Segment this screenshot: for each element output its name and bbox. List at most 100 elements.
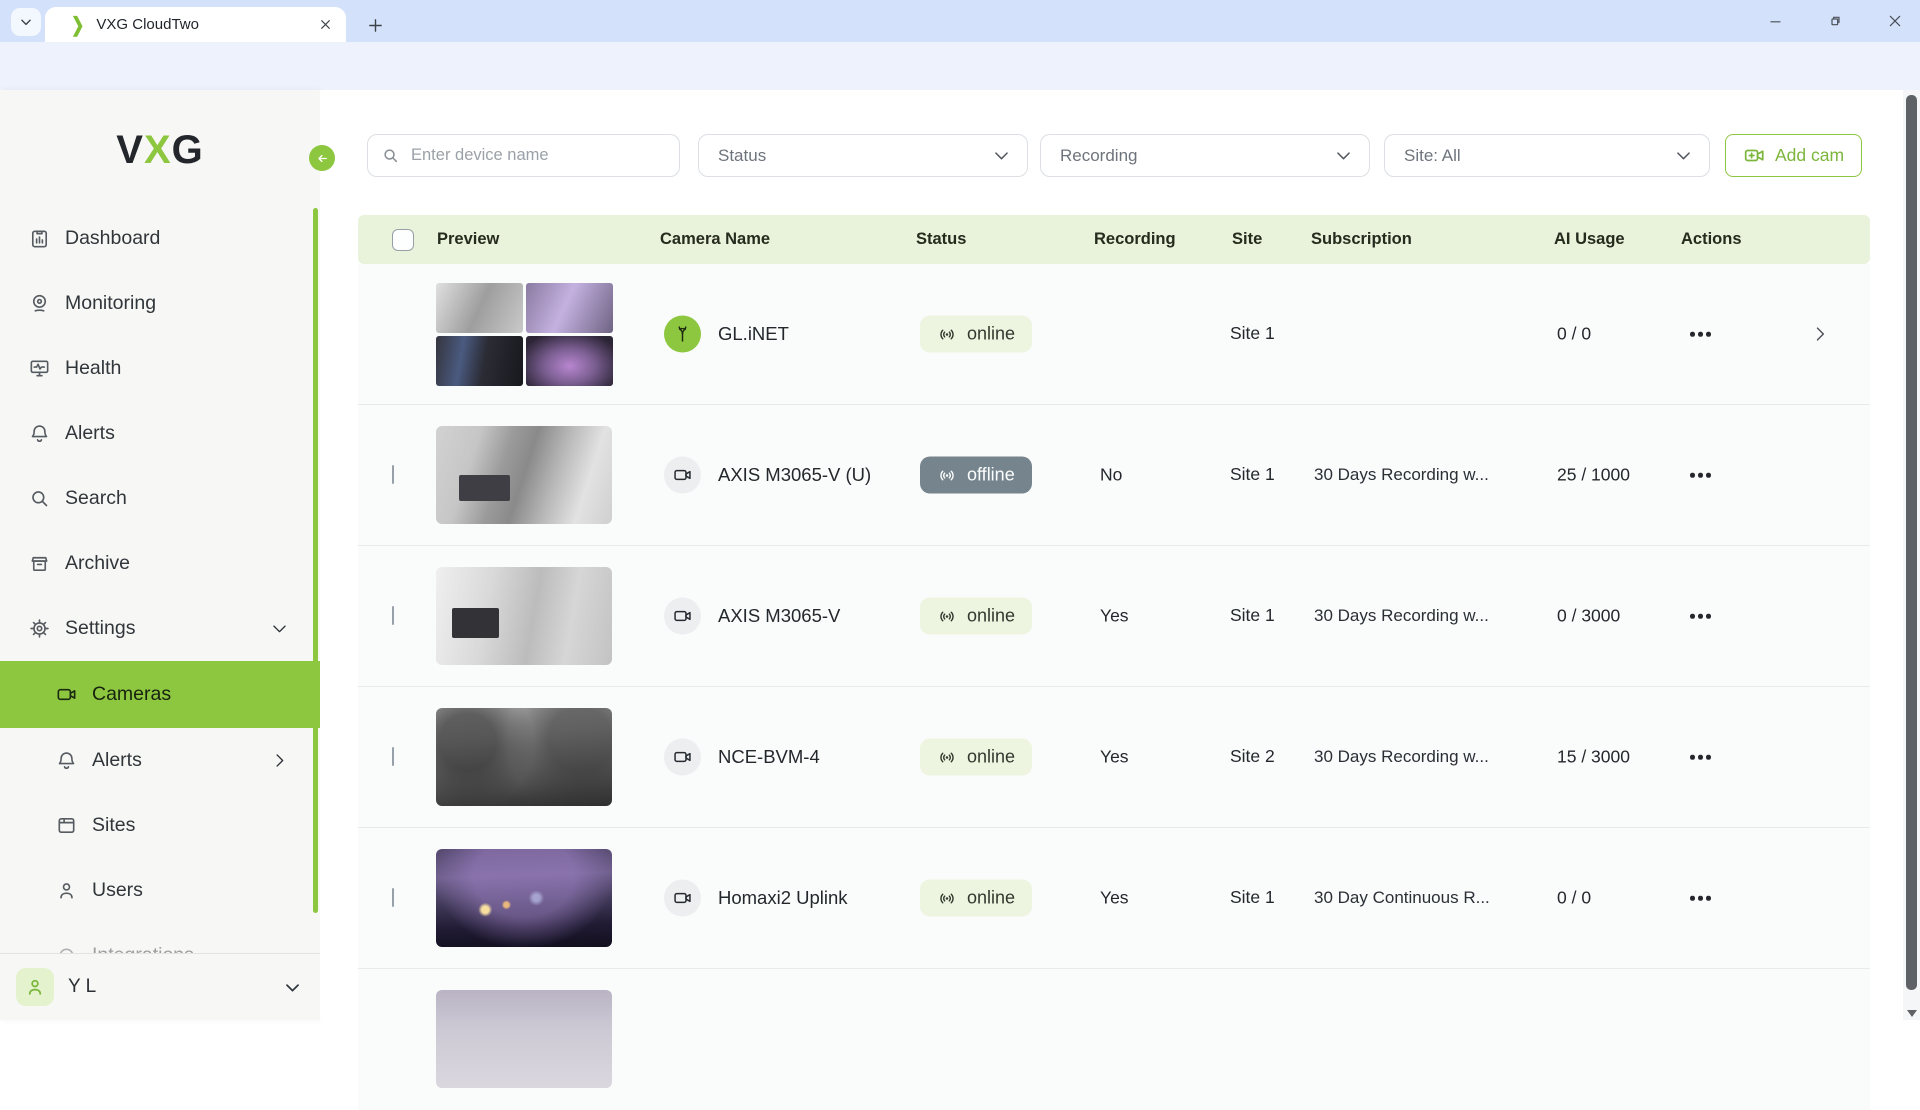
close-icon xyxy=(1887,13,1903,29)
row-actions-menu[interactable] xyxy=(1690,755,1711,760)
recording-value: Yes xyxy=(1100,606,1129,627)
table-header: Preview Camera Name Status Recording Sit… xyxy=(358,215,1870,264)
video-camera-icon xyxy=(664,457,701,494)
site-value: Site 1 xyxy=(1230,604,1288,628)
sidebar-item-label: Settings xyxy=(65,617,135,640)
camera-thumbnail[interactable] xyxy=(436,990,612,1088)
header-actions: Actions xyxy=(1681,215,1742,264)
row-actions-menu[interactable] xyxy=(1690,332,1711,337)
bell-icon xyxy=(55,749,78,772)
sidebar-item-cameras[interactable]: Cameras xyxy=(0,661,320,728)
archive-icon xyxy=(28,552,51,575)
sidebar-item-sites[interactable]: Sites xyxy=(0,793,320,858)
browser-tab[interactable]: ❯ VXG CloudTwo xyxy=(45,7,346,42)
camera-name: AXIS M3065-V xyxy=(718,605,840,627)
camera-thumbnail[interactable] xyxy=(436,567,612,665)
sidebar-item-label: Alerts xyxy=(92,749,142,772)
user-avatar xyxy=(16,968,54,1006)
camera-icon xyxy=(672,606,693,627)
camera-thumbnail[interactable] xyxy=(436,708,612,806)
table-row: NCE-BVM-4onlineYesSite 230 Days Recordin… xyxy=(358,687,1870,828)
network-device-icon xyxy=(664,316,701,353)
scrollbar-thumb[interactable] xyxy=(1906,95,1917,990)
recording-value: Yes xyxy=(1100,747,1129,768)
sidebar-item-users[interactable]: Users xyxy=(0,858,320,923)
broadcast-icon xyxy=(937,888,957,908)
page-scrollbar[interactable] xyxy=(1903,90,1920,1020)
site-value: Site 1 xyxy=(1230,463,1288,487)
row-checkbox[interactable] xyxy=(392,888,394,907)
minimize-icon xyxy=(1768,14,1783,29)
bell-icon xyxy=(28,422,51,445)
recording-value: No xyxy=(1100,465,1122,486)
status-filter-dropdown[interactable]: Status xyxy=(698,134,1028,177)
sidebar-item-alerts[interactable]: Alerts xyxy=(0,401,320,466)
recording-value: Yes xyxy=(1100,888,1129,909)
sidebar-item-label: Sites xyxy=(92,814,135,837)
row-actions-menu[interactable] xyxy=(1690,614,1711,619)
restore-icon xyxy=(1827,13,1843,29)
camera-name: GL.iNET xyxy=(718,323,789,345)
table-row: AXIS M3065-V (U)offlineNoSite 130 Days R… xyxy=(358,405,1870,546)
video-camera-icon xyxy=(664,598,701,635)
user-menu[interactable]: Y L xyxy=(0,953,320,1020)
scrollbar-down-arrow[interactable] xyxy=(1907,1010,1917,1017)
table-row: Homaxi2 UplinkonlineYesSite 130 Day Cont… xyxy=(358,828,1870,969)
sidebar-item-settings[interactable]: Settings xyxy=(0,596,320,661)
row-actions-menu[interactable] xyxy=(1690,896,1711,901)
tab-search-button[interactable] xyxy=(11,8,41,36)
row-checkbox[interactable] xyxy=(392,747,394,766)
row-checkbox[interactable] xyxy=(392,465,394,484)
window-close-button[interactable] xyxy=(1872,0,1918,42)
chevron-down-icon xyxy=(1674,146,1693,165)
broadcast-icon xyxy=(937,606,957,626)
sidebar-item-alerts[interactable]: Alerts xyxy=(0,728,320,793)
select-all-checkbox[interactable] xyxy=(392,229,414,251)
gear-icon xyxy=(28,617,51,640)
camera-thumbnail[interactable] xyxy=(436,849,612,947)
sidebar-item-monitoring[interactable]: Monitoring xyxy=(0,271,320,336)
row-actions-menu[interactable] xyxy=(1690,473,1711,478)
sidebar-scrollbar[interactable] xyxy=(313,208,318,913)
camera-plus-icon xyxy=(1743,144,1766,167)
sidebar-item-archive[interactable]: Archive xyxy=(0,531,320,596)
subscription-value: 30 Days Recording w... xyxy=(1314,747,1489,767)
video-camera-icon xyxy=(664,739,701,776)
site-value: Site 2 xyxy=(1230,745,1288,769)
camera-thumbnail[interactable] xyxy=(436,426,612,524)
sidebar-item-search[interactable]: Search xyxy=(0,466,320,531)
sidebar-item-health[interactable]: Health xyxy=(0,336,320,401)
new-tab-button[interactable] xyxy=(360,10,390,40)
search-input[interactable]: Enter device name xyxy=(367,134,680,177)
row-checkbox[interactable] xyxy=(392,606,394,625)
window-restore-button[interactable] xyxy=(1812,0,1858,42)
header-recording: Recording xyxy=(1094,215,1176,264)
camera-icon xyxy=(672,888,693,909)
sidebar-item-label: Health xyxy=(65,357,121,380)
camera-thumbnail[interactable] xyxy=(436,283,612,386)
sidebar-item-label: Cameras xyxy=(92,683,171,706)
sidebar-collapse-button[interactable] xyxy=(309,145,335,171)
site-value: Site 1 xyxy=(1230,322,1288,346)
broadcast-icon xyxy=(937,747,957,767)
add-cam-button[interactable]: Add cam xyxy=(1725,134,1862,177)
header-status: Status xyxy=(916,215,966,264)
video-camera-icon xyxy=(664,880,701,917)
recording-filter-dropdown[interactable]: Recording xyxy=(1040,134,1370,177)
window-minimize-button[interactable] xyxy=(1752,0,1798,42)
header-site: Site xyxy=(1232,215,1262,264)
site-filter-dropdown[interactable]: Site: All xyxy=(1384,134,1710,177)
browser-toolbar: cloudtwo-prod.vxgdemo.cloud-vms.com/cust… xyxy=(0,42,1920,90)
ai-usage-value: 0 / 0 xyxy=(1557,888,1591,909)
camera-name: NCE-BVM-4 xyxy=(718,746,820,768)
expand-row-icon[interactable] xyxy=(1810,324,1830,344)
camera-name: AXIS M3065-V (U) xyxy=(718,464,871,486)
dashboard-icon xyxy=(28,227,51,250)
chevron-down-icon xyxy=(19,15,33,29)
sidebar-item-dashboard[interactable]: Dashboard xyxy=(0,206,320,271)
browser-titlebar: ❯ VXG CloudTwo xyxy=(0,0,1920,42)
sidebar: VXG DashboardMonitoringHealthAlertsSearc… xyxy=(0,90,320,1020)
subscription-value: 30 Days Recording w... xyxy=(1314,465,1489,485)
camera-icon xyxy=(672,465,693,486)
tab-close-icon[interactable] xyxy=(314,14,336,36)
